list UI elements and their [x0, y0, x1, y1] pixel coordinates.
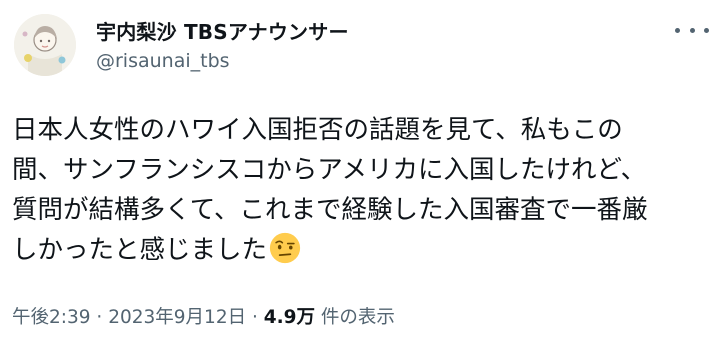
- tweet-meta: 午後2:39 · 2023年9月12日 · 4.9万 件の表示: [12, 303, 395, 329]
- tweet-card: 宇内梨沙 TBSアナウンサー @risaunai_tbs 日本人女性のハワイ入国…: [0, 0, 725, 343]
- tweet-text-last-line: しかったと感じました: [12, 230, 712, 270]
- tweet-date[interactable]: 2023年9月12日: [108, 307, 246, 328]
- avatar-illustration-icon: [14, 14, 76, 76]
- tweet-text-line: 日本人女性のハワイ入国拒否の話題を見て、私もこの: [12, 115, 623, 145]
- tweet-text-line: 質問が結構多くて、これまで経験した入国審査で一番厳: [12, 195, 648, 225]
- tweet-text-line: しかったと感じました: [12, 235, 268, 265]
- tweet-text: 日本人女性のハワイ入国拒否の話題を見て、私もこの 間、サンフランシスコからアメリ…: [12, 110, 712, 270]
- meta-separator: ·: [246, 307, 264, 328]
- tweet-time[interactable]: 午後2:39: [12, 307, 91, 328]
- meta-separator: ·: [90, 307, 109, 328]
- avatar[interactable]: [14, 14, 76, 76]
- face-with-raised-eyebrow-emoji-icon: [269, 232, 301, 264]
- more-options-button[interactable]: [675, 18, 709, 42]
- views-label[interactable]: 件の表示: [315, 307, 395, 328]
- more-options-icon-dot: [704, 27, 709, 33]
- tweet-text-line: 間、サンフランシスコからアメリカに入国したけれど、: [12, 155, 647, 185]
- more-options-icon-dot: [675, 27, 680, 33]
- more-options-icon-dot: [689, 27, 695, 33]
- views-count[interactable]: 4.9万: [264, 307, 315, 328]
- display-name[interactable]: 宇内梨沙 TBSアナウンサー: [96, 16, 349, 45]
- user-handle[interactable]: @risaunai_tbs: [96, 50, 230, 72]
